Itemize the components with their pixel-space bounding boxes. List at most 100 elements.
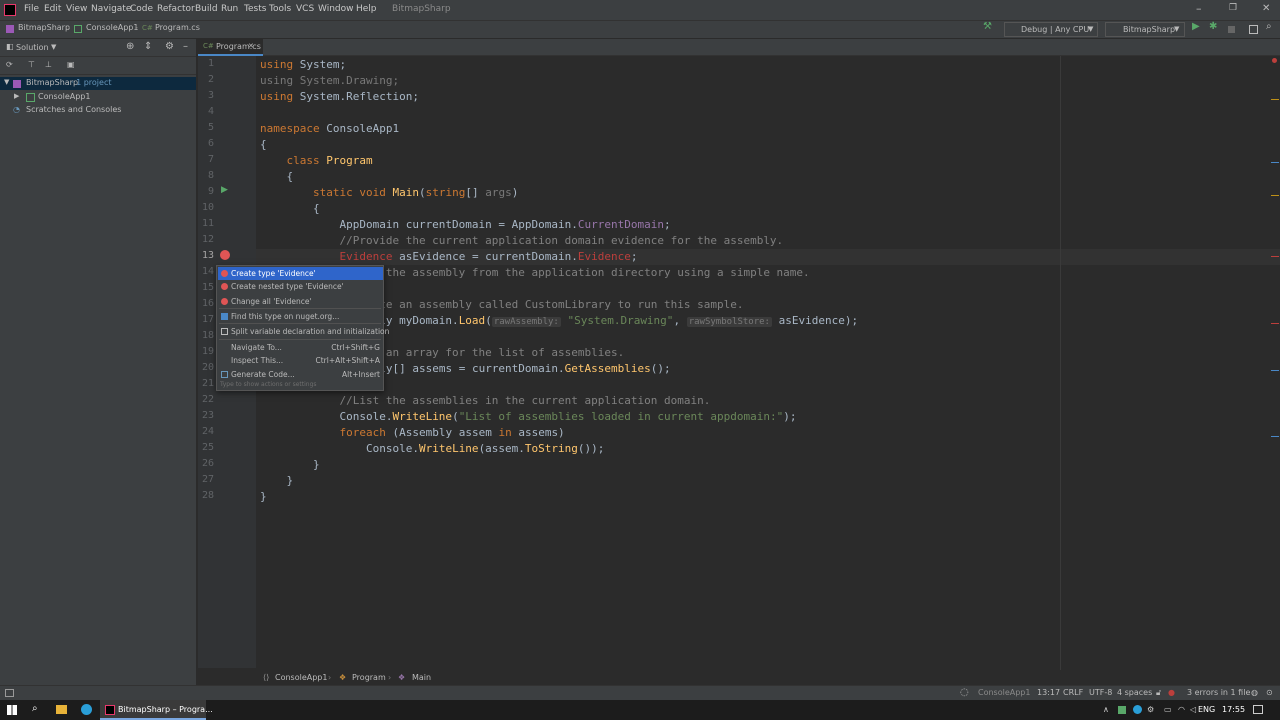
chevron-down-icon[interactable]: ▼ [4, 78, 9, 86]
menu-edit[interactable]: Edit [44, 4, 61, 14]
solution-view-icon: ◧ [6, 42, 14, 51]
popup-item-create-nested-type[interactable]: Create nested type 'Evidence' [218, 280, 383, 293]
inspector-icon[interactable]: ⊙ [1266, 688, 1273, 697]
info-stripe-marker[interactable] [1271, 162, 1279, 163]
refresh-icon[interactable]: ⟳ [6, 60, 13, 69]
menu-help[interactable]: Help [356, 4, 377, 14]
tray-settings-icon[interactable]: ⚙ [1147, 705, 1154, 714]
search-icon[interactable]: ⌕ [32, 703, 38, 714]
info-stripe-marker[interactable] [1271, 370, 1279, 371]
action-center-icon[interactable] [1253, 705, 1263, 714]
menu-vcs[interactable]: VCS [296, 4, 314, 14]
notifications-icon[interactable]: ◍ [1251, 688, 1258, 697]
chevron-down-icon[interactable]: ▼ [51, 43, 56, 51]
tree-item-solution[interactable]: ▼ BitmapSharp · 1 project [0, 77, 196, 90]
code-text: ) [511, 186, 519, 199]
menu-run[interactable]: Run [221, 4, 238, 14]
search-everywhere-icon[interactable]: ⌕ [1266, 21, 1272, 32]
solution-view-dropdown[interactable]: Solution [16, 43, 49, 52]
layout-icon[interactable] [1249, 25, 1258, 34]
property-name: CurrentDomain [577, 218, 664, 231]
preview-icon[interactable]: ▣ [67, 60, 75, 69]
status-position[interactable]: 13:17 [1037, 688, 1060, 697]
warning-stripe-marker[interactable] [1271, 195, 1279, 196]
error-stripe-marker[interactable] [1271, 323, 1279, 324]
run-target-dropdown[interactable]: BitmapSharp ▼ [1105, 22, 1185, 37]
popup-item-navigate-to[interactable]: Navigate To... Ctrl+Shift+G [218, 341, 383, 354]
configuration-dropdown[interactable]: Debug | Any CPU ▼ [1004, 22, 1098, 37]
popup-item-nuget[interactable]: Find this type on nuget.org... [218, 310, 383, 323]
status-indent[interactable]: 4 spaces [1117, 688, 1152, 697]
edge-browser-icon[interactable] [81, 704, 92, 715]
chevron-right-icon[interactable]: ▶ [14, 92, 19, 100]
code-text: } [260, 490, 267, 503]
restore-icon[interactable]: ❐ [1229, 3, 1237, 13]
menu-tests[interactable]: Tests [244, 4, 266, 14]
tab-program-cs[interactable]: C# Program.cs ✕ [198, 39, 263, 56]
tray-display-icon[interactable]: ▭ [1164, 705, 1172, 714]
run-gutter-icon[interactable]: ▶ [221, 185, 228, 195]
hide-panel-icon[interactable]: – [183, 41, 188, 52]
tool-windows-icon[interactable] [5, 689, 14, 697]
breadcrumb-namespace[interactable]: ConsoleApp1 [275, 673, 327, 682]
tree-item-scratches[interactable]: ◔ Scratches and Consoles [0, 104, 196, 117]
breadcrumb-file[interactable]: Program.cs [155, 23, 200, 32]
network-icon[interactable]: ◠ [1178, 705, 1185, 714]
project-icon [26, 93, 35, 102]
status-project[interactable]: ConsoleApp1 [978, 688, 1030, 697]
error-stripe-marker[interactable] [1271, 256, 1279, 257]
popup-item-create-type[interactable]: Create type 'Evidence' [218, 267, 383, 280]
menu-refactor[interactable]: Refactor [157, 4, 195, 14]
menu-code[interactable]: Code [130, 4, 153, 14]
volume-icon[interactable]: ◁ [1190, 705, 1196, 714]
run-icon[interactable]: ▶ [1192, 21, 1200, 32]
clock[interactable]: 17:55 [1222, 705, 1245, 714]
stop-icon[interactable] [1228, 26, 1235, 33]
tray-chevron-icon[interactable]: ∧ [1103, 705, 1109, 714]
breadcrumb-method[interactable]: Main [412, 673, 431, 682]
collapse-icon[interactable]: ⊥ [45, 60, 52, 69]
lightbulb-icon[interactable] [220, 250, 230, 260]
menu-file[interactable]: File [24, 4, 39, 14]
close-tab-icon[interactable]: ✕ [248, 42, 254, 50]
close-icon[interactable]: ✕ [1262, 3, 1270, 14]
windows-start-icon[interactable] [7, 705, 17, 715]
locate-file-icon[interactable]: ⊕ [126, 41, 134, 52]
breadcrumb-class[interactable]: Program [352, 673, 386, 682]
language-indicator[interactable]: ENG [1198, 705, 1215, 714]
warning-stripe-marker[interactable] [1271, 99, 1279, 100]
gear-icon[interactable]: ⚙ [165, 41, 174, 52]
popup-item-change-all[interactable]: Change all 'Evidence' [218, 295, 383, 308]
breadcrumb-solution[interactable]: BitmapSharp [18, 23, 70, 32]
collapse-all-icon[interactable]: ⇕ [144, 41, 152, 52]
unresolved-member: Evidence [577, 250, 631, 263]
unresolved-type[interactable]: Evidence [339, 250, 392, 263]
menu-build[interactable]: Build [195, 4, 218, 14]
menu-view[interactable]: View [66, 4, 87, 14]
file-explorer-icon[interactable] [56, 705, 67, 714]
tree-item-project[interactable]: ▶ ConsoleApp1 [0, 91, 196, 104]
status-encoding[interactable]: UTF-8 [1089, 688, 1112, 697]
menu-navigate[interactable]: Navigate [91, 4, 131, 14]
popup-item-label: Split variable declaration and initializ… [231, 327, 390, 336]
menu-tools[interactable]: Tools [269, 4, 291, 14]
popup-item-inspect-this[interactable]: Inspect This... Ctrl+Alt+Shift+A [218, 354, 383, 367]
code-text: AppDomain currentDomain = AppDomain. [260, 218, 578, 231]
error-indicator-icon[interactable] [1272, 58, 1277, 63]
tray-edge-icon[interactable] [1133, 705, 1142, 714]
debug-bug-icon[interactable]: ✱ [1209, 21, 1217, 32]
configuration-label: Debug | Any CPU [1021, 25, 1090, 34]
breadcrumb-project[interactable]: ConsoleApp1 [86, 23, 138, 32]
popup-item-split-declaration[interactable]: Split variable declaration and initializ… [218, 325, 389, 338]
build-hammer-icon[interactable]: ⚒ [983, 21, 992, 32]
menu-window[interactable]: Window [318, 4, 354, 14]
popup-item-generate-code[interactable]: Generate Code... Alt+Insert [218, 368, 383, 381]
tray-app-icon[interactable] [1118, 706, 1126, 714]
taskbar-app-rider[interactable]: BitmapSharp – Progra... [100, 700, 213, 720]
minimize-icon[interactable]: – [1196, 2, 1202, 15]
lock-icon[interactable]: 🔓︎ [1156, 688, 1161, 698]
status-line-ending[interactable]: CRLF [1063, 688, 1083, 697]
status-errors[interactable]: 3 errors in 1 file [1187, 688, 1250, 697]
info-stripe-marker[interactable] [1271, 436, 1279, 437]
expand-icon[interactable]: ⊤ [28, 60, 35, 69]
